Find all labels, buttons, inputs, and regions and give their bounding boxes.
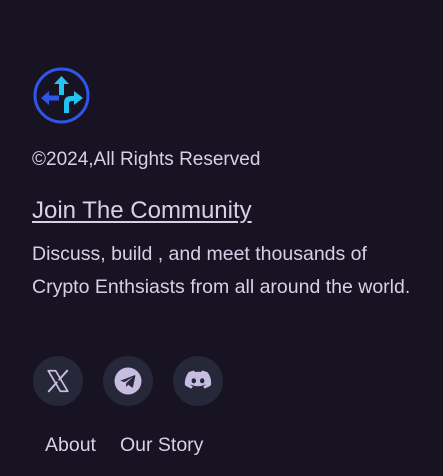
telegram-icon <box>114 367 142 395</box>
logo-icon[interactable] <box>33 67 90 124</box>
copyright-text: ©2024,All Rights Reserved <box>32 149 261 170</box>
community-description: Discuss, build , and meet thousands of C… <box>32 243 411 298</box>
telegram-social-button[interactable] <box>103 356 153 406</box>
footer-nav: About Our Story <box>45 434 203 457</box>
discord-icon <box>184 370 212 389</box>
nav-our-story-link[interactable]: Our Story <box>120 434 203 457</box>
nav-about-link[interactable]: About <box>45 434 96 457</box>
x-icon <box>47 369 69 393</box>
social-links <box>33 356 223 406</box>
discord-social-button[interactable] <box>173 356 223 406</box>
x-social-button[interactable] <box>33 356 83 406</box>
join-community-link[interactable]: Join The Community <box>32 197 252 225</box>
